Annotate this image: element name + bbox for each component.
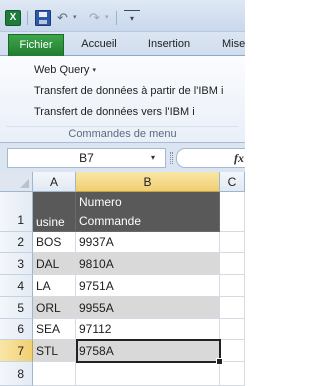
cell-a1[interactable]: usine [33,192,76,232]
name-box[interactable]: B7 [7,148,166,168]
formula-bar-area: B7 ▾ fx [0,143,245,172]
row-header-3[interactable]: 3 [0,253,33,275]
ribbon-tab-strip: Fichier Accueil Insertion Mise [0,32,245,56]
excel-app-icon[interactable]: X [5,10,21,26]
tab-file[interactable]: Fichier [8,34,64,56]
cell-b1-line2: Commande [79,214,142,228]
cell-a6[interactable]: SEA [33,319,76,340]
quick-access-toolbar: X ↶ ▾ ↷ ▾ ▾ [0,0,245,32]
web-query-menu[interactable]: Web Query ▾ [34,62,96,79]
cell-a8[interactable] [33,362,76,386]
cell-c6[interactable] [220,319,245,340]
web-query-label: Web Query [34,64,90,76]
cell-b5[interactable]: 9955A [76,297,220,319]
cell-c3[interactable] [220,253,245,275]
tab-page-layout[interactable]: Mise [208,34,258,56]
tab-home[interactable]: Accueil [64,34,134,56]
row-header-6[interactable]: 6 [0,319,33,340]
tab-insert[interactable]: Insertion [134,34,204,56]
cell-c2[interactable] [220,232,245,253]
cell-c4[interactable] [220,275,245,297]
toolbar-separator [27,11,28,25]
insert-function-icon[interactable]: fx [234,148,244,168]
undo-dropdown-icon[interactable]: ▾ [73,10,89,26]
row-header-7[interactable]: 7 [0,340,33,362]
cell-b7[interactable]: 9758A [76,340,220,362]
cell-c8[interactable] [220,362,245,386]
cell-c1[interactable] [220,192,245,232]
toolbar-separator [116,11,117,25]
cell-b2[interactable]: 9937A [76,232,220,253]
cell-a1-text: usine [36,215,65,229]
row-header-8[interactable]: 8 [0,362,33,386]
redo-dropdown-icon[interactable]: ▾ [105,10,121,26]
cell-c7[interactable] [220,340,245,362]
cell-a3[interactable]: DAL [33,253,76,275]
cell-b3[interactable]: 9810A [76,253,220,275]
cell-b1[interactable]: Numero Commande [76,192,220,232]
cell-a7[interactable]: STL [33,340,76,362]
cell-b4[interactable]: 9751A [76,275,220,297]
row-header-2[interactable]: 2 [0,232,33,253]
column-header-a[interactable]: A [33,172,76,192]
transfer-from-ibm-button[interactable]: Transfert de données à partir de l'IBM i [34,83,223,100]
cell-a2[interactable]: BOS [33,232,76,253]
ribbon-group-label: Commandes de menu [68,128,177,140]
cell-b6[interactable]: 97112 [76,319,220,340]
cell-a5[interactable]: ORL [33,297,76,319]
column-header-c[interactable]: C [220,172,245,192]
cell-b1-line1: Numero [79,195,122,209]
row-header-1[interactable]: 1 [0,192,33,232]
cell-c5[interactable] [220,297,245,319]
customize-toolbar-icon[interactable]: ▾ [124,10,140,26]
row-header-4[interactable]: 4 [0,275,33,297]
save-icon[interactable] [35,10,51,26]
ribbon-addins-panel: Web Query ▾ Transfert de données à partir… [0,56,245,143]
transfer-to-ibm-button[interactable]: Transfert de données vers l'IBM i [34,104,195,121]
redo-icon[interactable]: ↷ [89,10,105,26]
name-box-dropdown-icon[interactable]: ▾ [151,153,155,162]
cell-b8[interactable] [76,362,220,386]
formula-bar-splitter[interactable] [170,152,173,164]
column-header-b[interactable]: B [76,172,220,192]
undo-icon[interactable]: ↶ [57,10,73,26]
cell-a4[interactable]: LA [33,275,76,297]
chevron-down-icon: ▾ [92,67,96,74]
select-all-button[interactable] [0,172,33,192]
row-header-5[interactable]: 5 [0,297,33,319]
